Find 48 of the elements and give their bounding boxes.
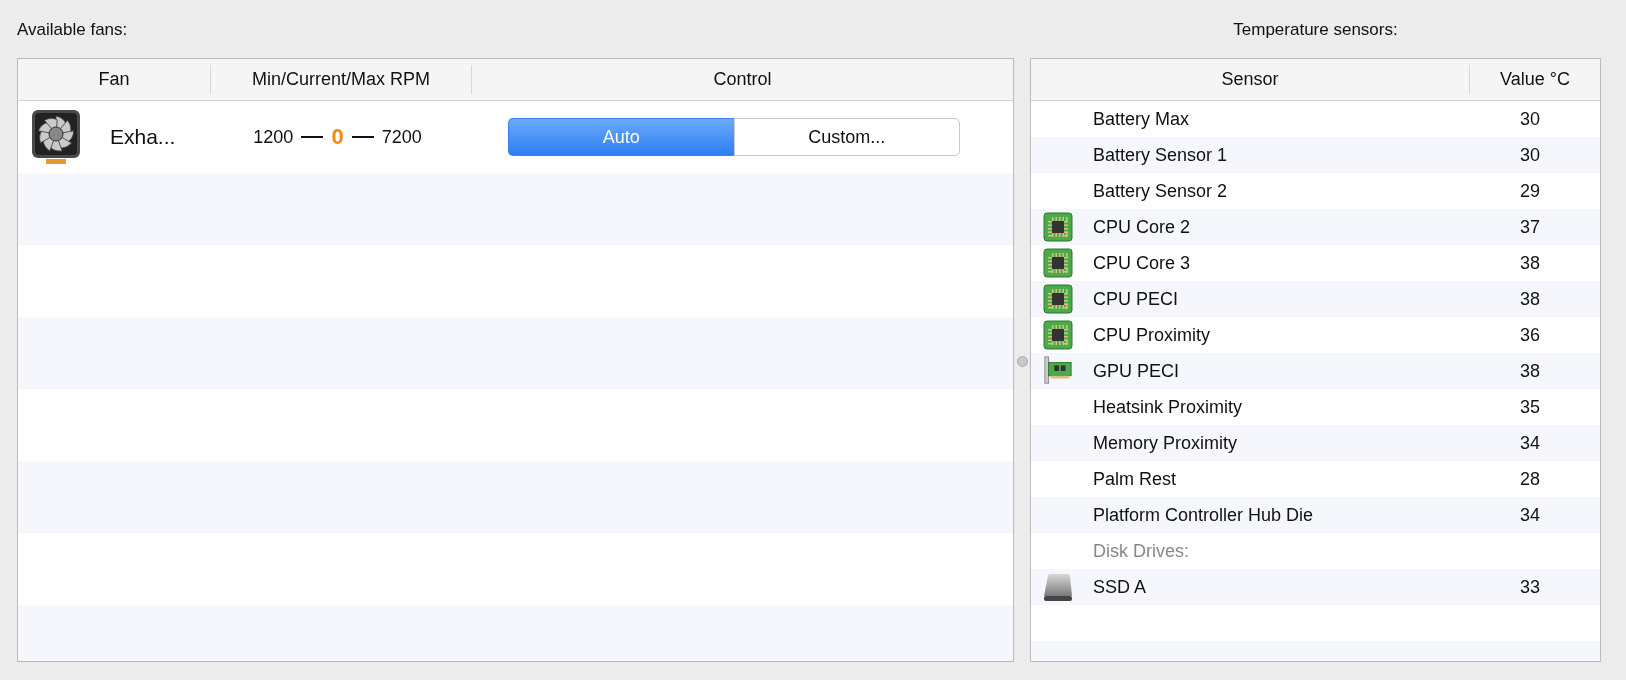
sensor-value: 34 xyxy=(1520,432,1540,454)
dash-separator xyxy=(351,136,374,138)
sensor-value: 33 xyxy=(1520,576,1540,598)
column-header[interactable]: Sensor xyxy=(1031,65,1470,94)
sensor-name: Palm Rest xyxy=(1093,468,1177,490)
sensor-value: 35 xyxy=(1520,396,1540,418)
sensor-value: 28 xyxy=(1520,468,1540,490)
sensor-name: Battery Sensor 2 xyxy=(1093,180,1228,202)
drive-icon xyxy=(1043,572,1073,602)
column-header[interactable]: Value °C xyxy=(1470,65,1600,94)
graphics-card-icon xyxy=(1043,356,1073,386)
sensor-value: 38 xyxy=(1520,360,1540,382)
group-heading: Disk Drives: xyxy=(1093,540,1189,562)
rpm-max: 7200 xyxy=(381,126,422,148)
sensor-value: 34 xyxy=(1520,504,1540,526)
chip-icon xyxy=(1043,212,1073,242)
sensor-value: 38 xyxy=(1520,288,1540,310)
sensor-value: 29 xyxy=(1520,180,1540,202)
sensor-name: CPU PECI xyxy=(1093,288,1179,310)
chip-icon xyxy=(1043,248,1073,278)
sensor-name: SSD A xyxy=(1093,576,1147,598)
column-header[interactable]: Min/Current/Max RPM xyxy=(211,65,472,94)
sensor-value: 36 xyxy=(1520,324,1540,346)
rpm-min: 1200 xyxy=(253,126,294,148)
panel-label: Available fans: xyxy=(17,20,129,41)
sensor-name: CPU Core 3 xyxy=(1093,252,1191,274)
sensor-value: 38 xyxy=(1520,252,1540,274)
sensor-name: Heatsink Proximity xyxy=(1093,396,1243,418)
fan-name: Exha... xyxy=(110,125,176,149)
splitter-handle[interactable] xyxy=(1016,355,1028,367)
sensor-name: CPU Core 2 xyxy=(1093,216,1191,238)
sensor-name: Platform Controller Hub Die xyxy=(1093,504,1314,526)
sensor-value: 37 xyxy=(1520,216,1540,238)
rpm-current: 0 xyxy=(331,124,344,150)
chip-icon xyxy=(1043,320,1073,350)
column-header[interactable]: Control xyxy=(472,65,1013,94)
column-header[interactable]: Fan xyxy=(18,65,211,94)
sensor-name: Battery Max xyxy=(1093,108,1190,130)
sensor-value: 30 xyxy=(1520,144,1540,166)
panel-label: Temperature sensors: xyxy=(1232,20,1399,41)
sensor-name: GPU PECI xyxy=(1093,360,1180,382)
segment-button[interactable]: Custom... xyxy=(733,118,960,156)
chip-icon xyxy=(1043,284,1073,314)
sensor-name: CPU Proximity xyxy=(1093,324,1210,346)
sensor-value: 30 xyxy=(1520,108,1540,130)
dash-separator xyxy=(301,136,324,138)
sensor-name: Battery Sensor 1 xyxy=(1093,144,1228,166)
sensor-name: Memory Proximity xyxy=(1093,432,1237,454)
